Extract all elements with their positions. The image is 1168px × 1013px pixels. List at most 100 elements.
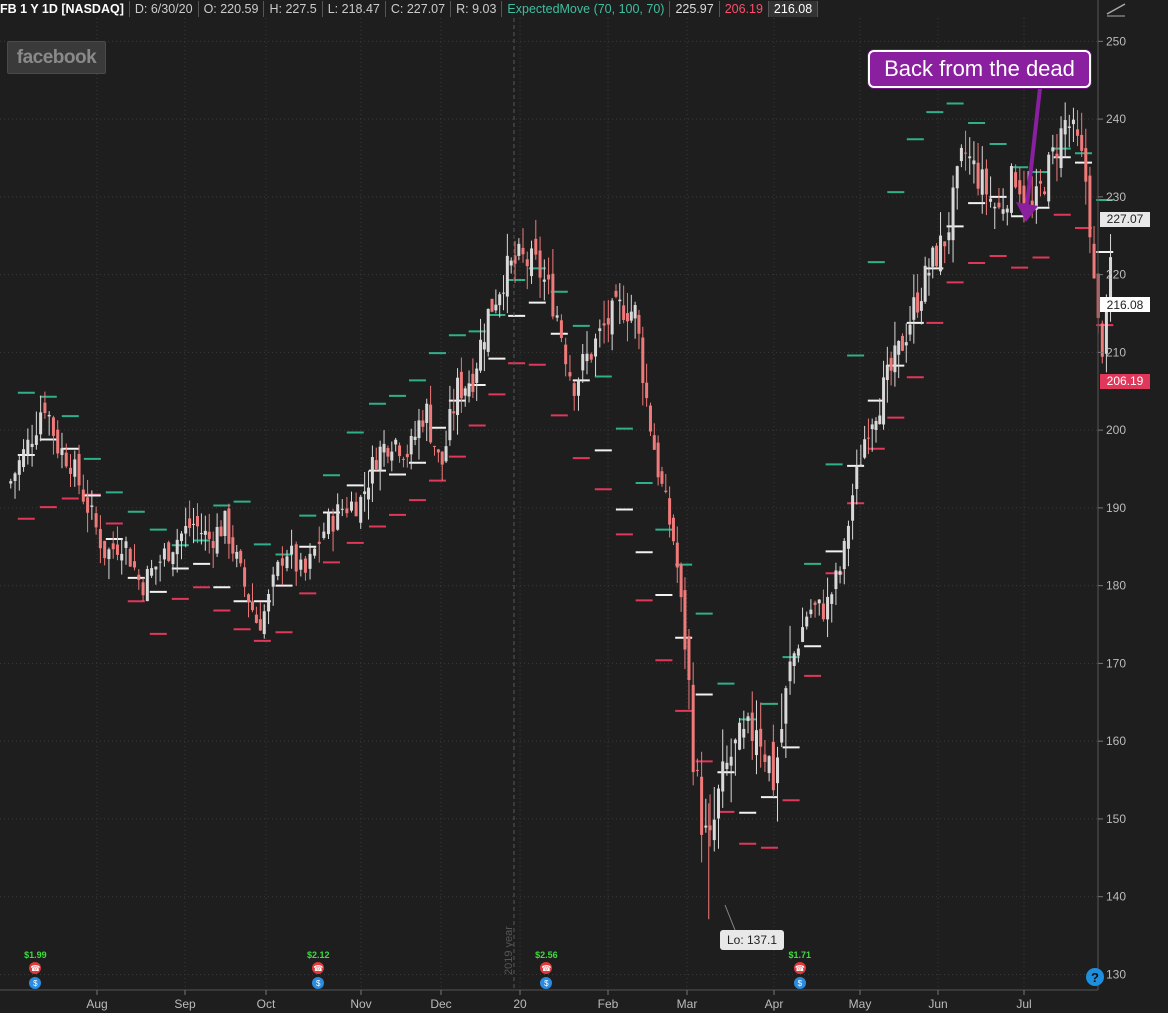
candle-body [359, 496, 363, 523]
candle-body [463, 388, 467, 396]
candle-body [754, 730, 758, 756]
candle-body [86, 497, 90, 513]
symbol-label[interactable]: FB 1 Y 1D [NASDAQ] [0, 0, 130, 17]
study-value-upper: 225.97 [670, 0, 720, 17]
candle-body [195, 516, 199, 527]
candle-body [602, 323, 606, 326]
candle-body [1088, 175, 1092, 238]
candle-body [167, 542, 171, 561]
candle-body [336, 504, 340, 530]
candle-body [1009, 166, 1013, 213]
candle-body [448, 409, 452, 441]
candle-body [184, 525, 188, 534]
time-tick-label: Sep [174, 997, 196, 1011]
price-tick-label: 210 [1106, 345, 1126, 359]
candle-body [505, 255, 509, 297]
candle-body [211, 541, 215, 548]
help-icon[interactable]: ? [1086, 968, 1104, 986]
candle-body [179, 533, 183, 542]
candle-body [1055, 153, 1059, 159]
candle-body [972, 160, 976, 165]
candle-body [912, 297, 916, 320]
candle-body [90, 505, 94, 507]
candle-body [695, 769, 699, 771]
candle-body [863, 439, 867, 458]
candle-body [509, 260, 513, 266]
candle-body [968, 156, 972, 159]
candle-body [34, 435, 38, 445]
candle-body [215, 526, 219, 554]
candle-body [517, 243, 521, 256]
candle-body [897, 340, 901, 355]
candle-body [382, 443, 386, 453]
candle-body [885, 364, 889, 381]
candle-body [989, 198, 993, 202]
earnings-icon[interactable]: ☎ [29, 962, 42, 974]
candle-body [459, 371, 463, 399]
candle-body [1043, 191, 1047, 195]
date-label: D: 6/30/20 [130, 0, 199, 17]
candle-body [203, 530, 207, 535]
time-tick-label: Dec [430, 997, 451, 1011]
candle-body [855, 465, 859, 490]
price-tick-label: 230 [1106, 190, 1126, 204]
candle-body [882, 377, 886, 425]
candle-body [258, 619, 262, 631]
candle-body [479, 339, 483, 371]
candle-body [889, 357, 893, 371]
candle-body [398, 445, 402, 457]
candle-body [1067, 126, 1071, 128]
candle-body [679, 564, 683, 598]
candle-body [162, 548, 166, 560]
time-tick-label: Nov [350, 997, 371, 1011]
study-value-mid: 216.08 [768, 0, 819, 17]
candle-body [17, 460, 21, 475]
candle-body [821, 603, 825, 620]
earnings-icon[interactable]: ☎ [793, 962, 806, 974]
candle-body [870, 424, 874, 430]
earnings-icon[interactable]: ☎ [540, 962, 553, 974]
candle-body [69, 467, 73, 474]
time-tick-label: Oct [257, 997, 276, 1011]
candle-body [738, 722, 742, 750]
candle-body [1038, 181, 1042, 184]
candle-body [641, 337, 645, 384]
price-chart[interactable]: 130140150160170180190200210220230240250 … [0, 0, 1168, 1013]
time-tick-label: Mar [677, 997, 698, 1011]
price-tick-label: 190 [1106, 501, 1126, 515]
candle-body [81, 489, 85, 502]
candle-body [378, 446, 382, 472]
dividend-label: $2.56 [535, 950, 558, 960]
candle-body [668, 498, 672, 525]
candle-body [955, 166, 959, 189]
earnings-icon[interactable]: ☎ [312, 962, 325, 974]
candle-body [313, 548, 317, 556]
candle-body [809, 609, 813, 615]
price-tick-label: 250 [1106, 34, 1126, 48]
candle-body [525, 259, 529, 267]
candle-body [267, 593, 271, 612]
dividend-label: $1.99 [24, 950, 47, 960]
candle-body [542, 279, 546, 282]
price-tick-label: 130 [1106, 967, 1126, 981]
candle-body [614, 290, 618, 297]
candle-body [589, 354, 593, 360]
candle-body [660, 471, 664, 484]
candle-body [1051, 147, 1055, 152]
candle-body [521, 247, 525, 255]
candle-body [846, 525, 850, 549]
candle-body [784, 688, 788, 724]
candle-body [429, 404, 433, 443]
candle-body [171, 552, 175, 565]
low-label-connector [724, 904, 736, 931]
study-label[interactable]: ExpectedMove (70, 100, 70) [502, 0, 671, 17]
dividend-icon[interactable]: $ [793, 977, 806, 989]
time-tick-label: Apr [765, 997, 784, 1011]
candle-body [572, 383, 576, 396]
candle-body [980, 169, 984, 195]
candle-body [192, 523, 196, 525]
candle-body [796, 648, 800, 656]
candle-body [452, 411, 456, 414]
candle-body [750, 712, 754, 741]
chart-style-icon[interactable] [1104, 0, 1128, 18]
